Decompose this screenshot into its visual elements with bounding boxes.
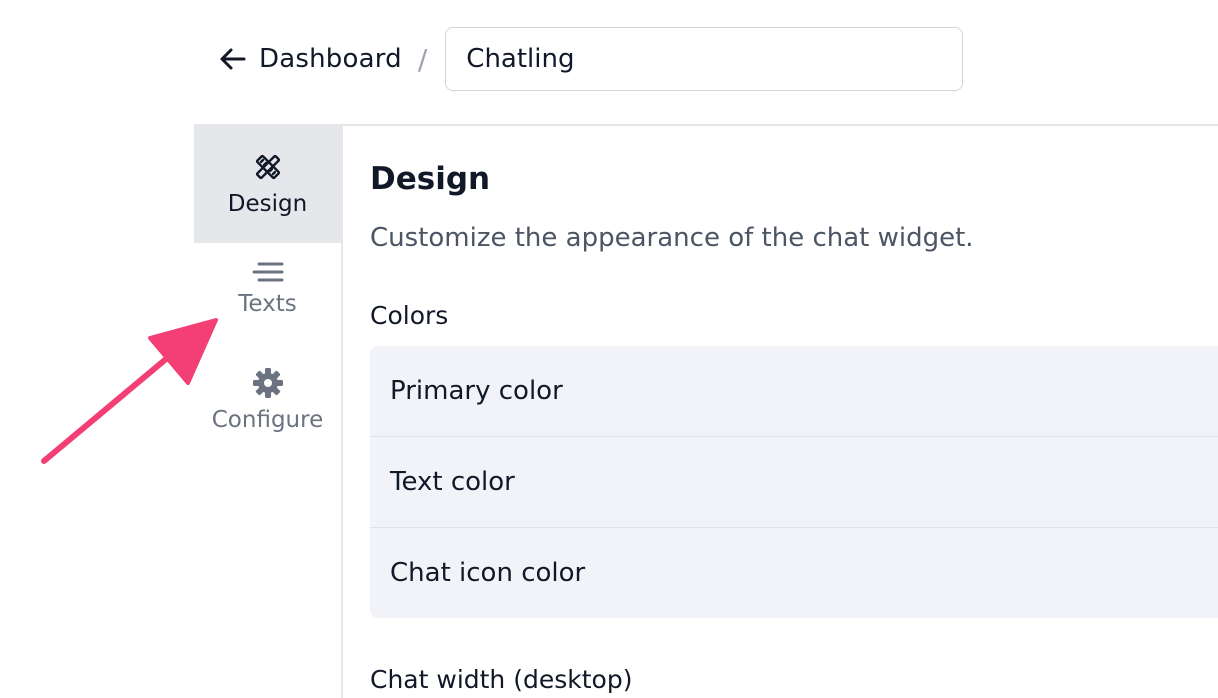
page-title: Design [370, 161, 491, 197]
top-bar: Dashboard / [219, 26, 964, 92]
design-panel: Design Customize the appearance of the c… [370, 155, 1218, 698]
page: Dashboard / Design [0, 0, 1218, 698]
text-lines-icon [251, 261, 285, 283]
back-to-dashboard-link[interactable]: Dashboard [219, 44, 402, 74]
sidebar: Design Texts Configure [194, 125, 341, 463]
gear-icon [252, 367, 284, 399]
design-tools-icon [252, 151, 284, 183]
header-divider [194, 124, 1218, 126]
arrow-left-icon [219, 47, 247, 71]
chat-icon-color-row[interactable]: Chat icon color [370, 528, 1218, 618]
sidebar-item-label: Configure [211, 407, 324, 433]
breadcrumb-separator: / [417, 42, 428, 76]
sidebar-item-design[interactable]: Design [194, 125, 341, 243]
sidebar-item-texts[interactable]: Texts [194, 243, 341, 353]
chat-width-heading: Chat width (desktop) [370, 665, 633, 694]
sidebar-item-label: Texts [238, 291, 297, 317]
page-description: Customize the appearance of the chat wid… [370, 223, 974, 253]
back-label: Dashboard [259, 44, 402, 74]
chatbot-name-input[interactable] [445, 27, 964, 91]
sidebar-item-label: Design [227, 191, 308, 217]
text-color-row[interactable]: Text color [370, 437, 1218, 528]
sidebar-item-configure[interactable]: Configure [194, 353, 341, 463]
colors-heading: Colors [370, 301, 449, 330]
sidebar-divider [341, 124, 343, 698]
primary-color-row[interactable]: Primary color [370, 346, 1218, 437]
color-settings-list: Primary color Text color Chat icon color [370, 346, 1218, 618]
